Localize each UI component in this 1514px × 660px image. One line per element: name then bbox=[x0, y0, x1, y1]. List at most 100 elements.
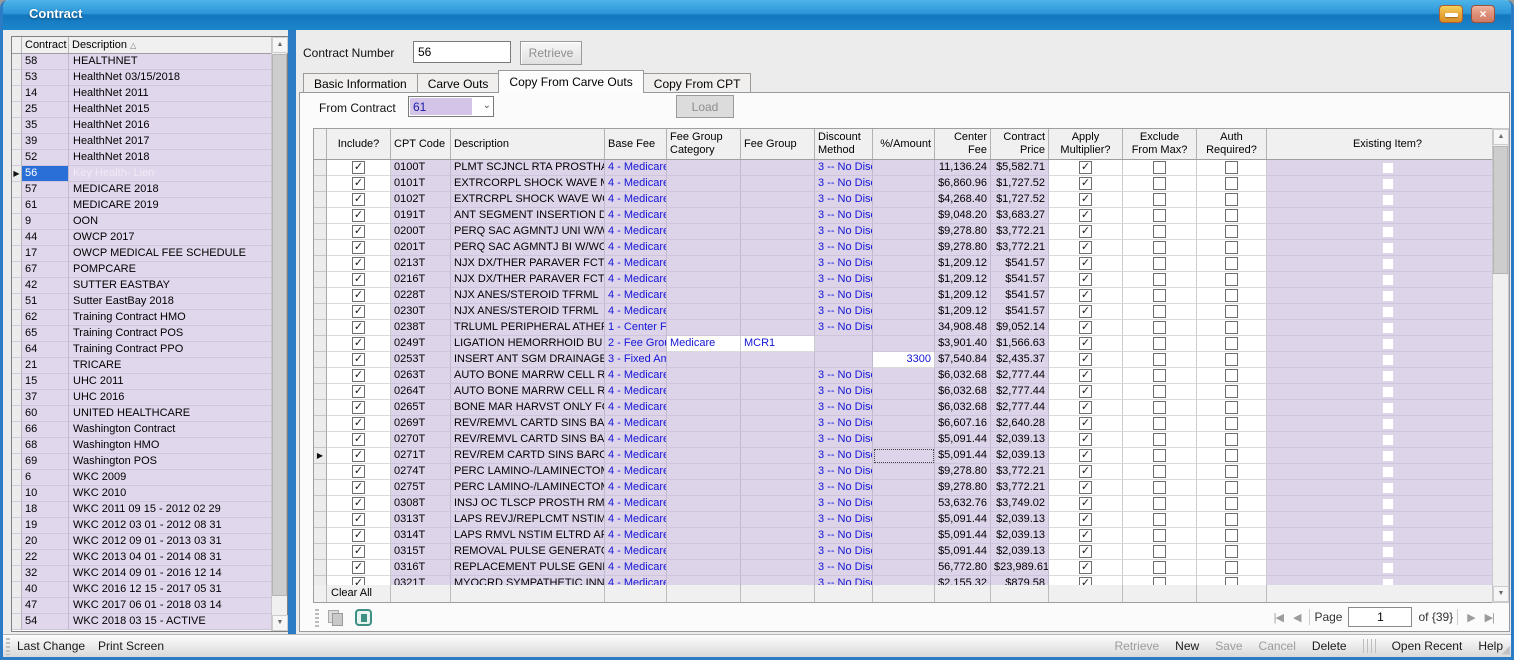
retrieve-action[interactable]: Retrieve bbox=[1114, 639, 1159, 653]
fee-group-category-cell[interactable] bbox=[667, 352, 741, 368]
fee-group-category-cell[interactable] bbox=[667, 480, 741, 496]
cpt-grid-row[interactable]: ▶✓0271TREV/REM CARTD SINS BARO4 - Medica… bbox=[314, 448, 1509, 464]
fee-group-cell[interactable] bbox=[741, 368, 815, 384]
fee-group-category-cell[interactable] bbox=[667, 160, 741, 176]
auth-required-checkbox[interactable] bbox=[1225, 561, 1238, 574]
exclude-from-max-checkbox[interactable] bbox=[1153, 577, 1166, 585]
description-cell[interactable]: NJX ANES/STEROID TFRML bbox=[451, 288, 605, 304]
contract-description-cell[interactable]: HEALTHNET bbox=[69, 54, 271, 70]
cpt-code-cell[interactable]: 0264T bbox=[391, 384, 451, 400]
auth-required-checkbox[interactable] bbox=[1225, 289, 1238, 302]
row-selector[interactable] bbox=[314, 576, 327, 585]
base-fee-cell[interactable]: 4 - Medicare bbox=[605, 304, 667, 320]
row-selector[interactable] bbox=[12, 534, 22, 550]
apply-multiplier-checkbox[interactable]: ✓ bbox=[1079, 529, 1092, 542]
row-selector[interactable] bbox=[12, 582, 22, 598]
contract-number-cell[interactable]: 65 bbox=[22, 326, 69, 342]
base-fee-cell[interactable]: 4 - Medicare bbox=[605, 256, 667, 272]
auth-required-checkbox[interactable] bbox=[1225, 401, 1238, 414]
contract-number-cell[interactable]: 35 bbox=[22, 118, 69, 134]
contract-description-cell[interactable]: WKC 2013 04 01 - 2014 08 31 bbox=[69, 550, 271, 566]
contract-price-cell[interactable]: $2,777.44 bbox=[991, 368, 1049, 384]
cpt-grid-row[interactable]: ✓0101TEXTRCORPL SHOCK WAVE MS4 - Medicar… bbox=[314, 176, 1509, 192]
row-selector[interactable] bbox=[314, 416, 327, 432]
contract-price-cell[interactable]: $3,683.27 bbox=[991, 208, 1049, 224]
percent-amount-cell[interactable] bbox=[873, 480, 935, 496]
center-fee-cell[interactable]: 53,632.76 bbox=[935, 496, 991, 512]
row-selector[interactable] bbox=[12, 422, 22, 438]
contract-description-cell[interactable]: WKC 2012 03 01 - 2012 08 31 bbox=[69, 518, 271, 534]
column-header[interactable]: Fee Group Category bbox=[667, 129, 741, 159]
contract-price-cell[interactable]: $1,727.52 bbox=[991, 192, 1049, 208]
contract-description-cell[interactable]: OWCP MEDICAL FEE SCHEDULE bbox=[69, 246, 271, 262]
contract-list-row[interactable]: 21TRICARE bbox=[12, 358, 271, 374]
contract-description-cell[interactable]: HealthNet 2011 bbox=[69, 86, 271, 102]
cpt-code-cell[interactable]: 0313T bbox=[391, 512, 451, 528]
auth-required-checkbox[interactable] bbox=[1225, 417, 1238, 430]
row-selector[interactable] bbox=[12, 278, 22, 294]
row-selector[interactable] bbox=[314, 224, 327, 240]
contract-price-cell[interactable]: $3,749.02 bbox=[991, 496, 1049, 512]
row-selector[interactable] bbox=[12, 518, 22, 534]
contract-list-row[interactable]: 57MEDICARE 2018 bbox=[12, 182, 271, 198]
center-fee-cell[interactable]: $6,860.96 bbox=[935, 176, 991, 192]
percent-amount-cell[interactable]: 3300 bbox=[873, 352, 935, 368]
include-checkbox[interactable]: ✓ bbox=[352, 225, 365, 238]
contract-list-row[interactable]: 14HealthNet 2011 bbox=[12, 86, 271, 102]
contract-list-row[interactable]: 32WKC 2014 09 01 - 2016 12 14 bbox=[12, 566, 271, 582]
print-screen-button[interactable]: Print Screen bbox=[98, 639, 164, 653]
contract-price-cell[interactable]: $3,772.21 bbox=[991, 480, 1049, 496]
apply-multiplier-checkbox[interactable]: ✓ bbox=[1079, 465, 1092, 478]
contract-number-cell[interactable]: 52 bbox=[22, 150, 69, 166]
percent-amount-cell[interactable] bbox=[873, 240, 935, 256]
contract-number-cell[interactable]: 9 bbox=[22, 214, 69, 230]
last-change-button[interactable]: Last Change bbox=[17, 639, 85, 653]
percent-amount-cell[interactable] bbox=[873, 256, 935, 272]
exclude-from-max-checkbox[interactable] bbox=[1153, 225, 1166, 238]
percent-amount-cell[interactable] bbox=[873, 560, 935, 576]
tab-basic-information[interactable]: Basic Information bbox=[303, 73, 418, 93]
tab-copy-from-carve-outs[interactable]: Copy From Carve Outs bbox=[498, 70, 643, 93]
auth-required-checkbox[interactable] bbox=[1225, 465, 1238, 478]
cpt-code-cell[interactable]: 0274T bbox=[391, 464, 451, 480]
description-cell[interactable]: NJX DX/THER PARAVER FCT bbox=[451, 272, 605, 288]
fee-group-category-cell[interactable] bbox=[667, 272, 741, 288]
list-description-column-header[interactable]: Description △ bbox=[69, 37, 287, 53]
apply-multiplier-checkbox[interactable]: ✓ bbox=[1079, 577, 1092, 585]
row-selector[interactable] bbox=[12, 374, 22, 390]
apply-multiplier-checkbox[interactable]: ✓ bbox=[1079, 561, 1092, 574]
contract-list-row[interactable]: 52HealthNet 2018 bbox=[12, 150, 271, 166]
fee-group-cell[interactable] bbox=[741, 352, 815, 368]
base-fee-cell[interactable]: 3 - Fixed Am bbox=[605, 352, 667, 368]
contract-description-cell[interactable]: HealthNet 2018 bbox=[69, 150, 271, 166]
fee-group-category-cell[interactable] bbox=[667, 464, 741, 480]
row-pointer-icon[interactable]: ▶ bbox=[314, 448, 327, 464]
include-checkbox[interactable]: ✓ bbox=[352, 529, 365, 542]
base-fee-cell[interactable]: 4 - Medicare bbox=[605, 560, 667, 576]
contract-list-row[interactable]: 37UHC 2016 bbox=[12, 390, 271, 406]
exclude-from-max-checkbox[interactable] bbox=[1153, 385, 1166, 398]
cpt-code-cell[interactable]: 0265T bbox=[391, 400, 451, 416]
description-cell[interactable]: TRLUML PERIPHERAL ATHER bbox=[451, 320, 605, 336]
page-number-input[interactable] bbox=[1348, 607, 1412, 627]
discount-method-cell[interactable]: 3 -- No Disco bbox=[815, 208, 873, 224]
discount-method-cell[interactable]: 3 -- No Disco bbox=[815, 224, 873, 240]
fee-group-cell[interactable] bbox=[741, 464, 815, 480]
apply-multiplier-checkbox[interactable]: ✓ bbox=[1079, 337, 1092, 350]
discount-method-cell[interactable]: 3 -- No Disco bbox=[815, 288, 873, 304]
discount-method-cell[interactable]: 3 -- No Disco bbox=[815, 544, 873, 560]
include-checkbox[interactable]: ✓ bbox=[352, 353, 365, 366]
cpt-grid-row[interactable]: ✓0270TREV/REMVL CARTD SINS BAR4 - Medica… bbox=[314, 432, 1509, 448]
row-selector[interactable] bbox=[12, 214, 22, 230]
contract-description-cell[interactable]: Washington HMO bbox=[69, 438, 271, 454]
contract-number-cell[interactable]: 21 bbox=[22, 358, 69, 374]
exclude-from-max-checkbox[interactable] bbox=[1153, 321, 1166, 334]
scroll-down-icon[interactable]: ▼ bbox=[272, 615, 288, 631]
percent-amount-cell[interactable] bbox=[873, 160, 935, 176]
fee-group-category-cell[interactable] bbox=[667, 224, 741, 240]
contract-price-cell[interactable]: $9,052.14 bbox=[991, 320, 1049, 336]
cpt-grid-row[interactable]: ✓0274TPERC LAMINO-/LAMINECTOM4 - Medicar… bbox=[314, 464, 1509, 480]
description-cell[interactable]: PERQ SAC AGMNTJ BI W/WO bbox=[451, 240, 605, 256]
description-cell[interactable]: REPLACEMENT PULSE GENE bbox=[451, 560, 605, 576]
cpt-code-cell[interactable]: 0101T bbox=[391, 176, 451, 192]
